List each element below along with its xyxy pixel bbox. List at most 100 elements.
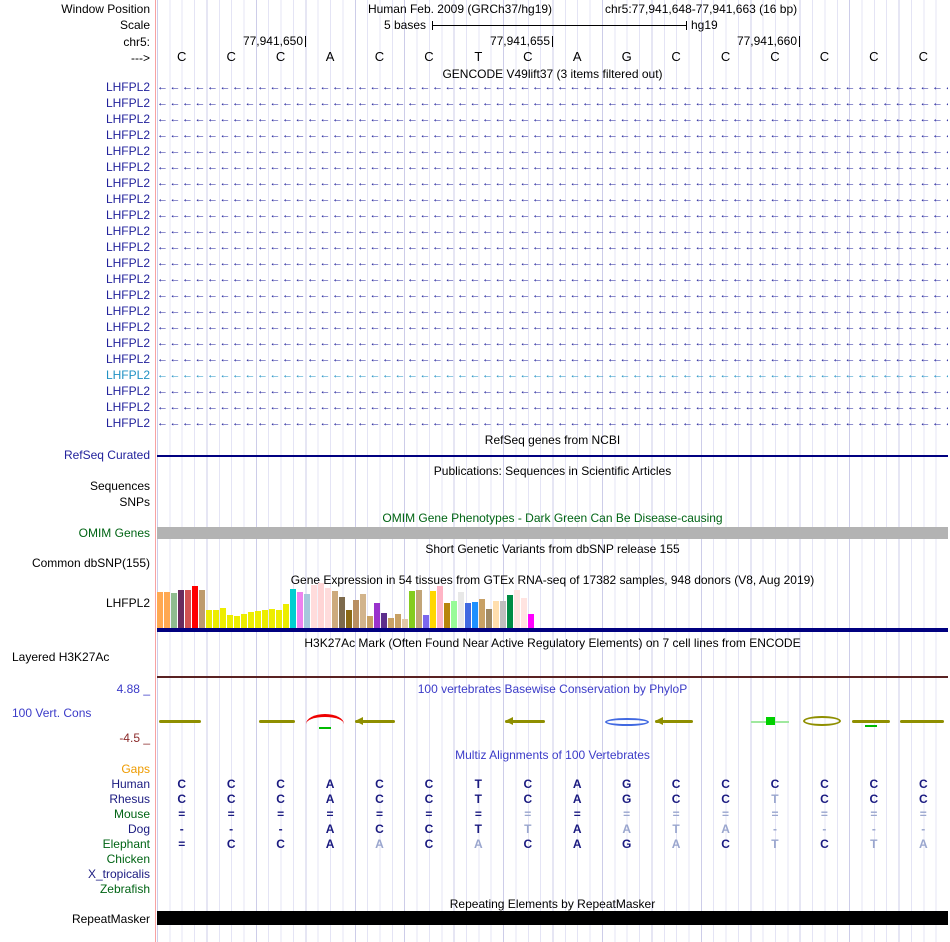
refseq-gene-item[interactable] bbox=[157, 455, 948, 457]
gene-arrow-row[interactable]: ←←←←←←←←←←←←←←←←←←←←←←←←←←←←←←←←←←←←←←←←… bbox=[157, 176, 948, 191]
gtex-bar[interactable] bbox=[514, 590, 520, 628]
species-label[interactable]: Elephant bbox=[0, 837, 152, 851]
gtex-bar[interactable] bbox=[332, 591, 338, 628]
gtex-bar[interactable] bbox=[430, 591, 436, 628]
species-label[interactable]: Zebrafish bbox=[0, 882, 152, 896]
gtex-bar[interactable] bbox=[297, 592, 303, 628]
gtex-bar[interactable] bbox=[388, 618, 394, 628]
gtex-bar[interactable] bbox=[381, 613, 387, 628]
gtex-bar[interactable] bbox=[409, 591, 415, 628]
gene-label[interactable]: LHFPL2 bbox=[0, 304, 152, 318]
gtex-bar[interactable] bbox=[185, 590, 191, 628]
gtex-bar[interactable] bbox=[220, 608, 226, 628]
gene-label[interactable]: LHFPL2 bbox=[0, 160, 152, 174]
species-label[interactable]: Gaps bbox=[0, 762, 152, 776]
dbsnp-label[interactable]: Common dbSNP(155) bbox=[0, 556, 152, 570]
publications-snps-label[interactable]: SNPs bbox=[0, 495, 152, 509]
gene-label[interactable]: LHFPL2 bbox=[0, 368, 152, 382]
gtex-gene-label[interactable]: LHFPL2 bbox=[0, 596, 152, 610]
gene-label[interactable]: LHFPL2 bbox=[0, 352, 152, 366]
repeatmasker-item-bar[interactable] bbox=[157, 911, 948, 925]
gene-label[interactable]: LHFPL2 bbox=[0, 112, 152, 126]
gene-label[interactable]: LHFPL2 bbox=[0, 416, 152, 430]
gtex-bar[interactable] bbox=[255, 611, 261, 628]
gtex-bar[interactable] bbox=[458, 592, 464, 628]
gene-arrow-row[interactable]: ←←←←←←←←←←←←←←←←←←←←←←←←←←←←←←←←←←←←←←←←… bbox=[157, 96, 948, 111]
h3k27ac-label[interactable]: Layered H3K27Ac bbox=[12, 650, 109, 664]
gene-arrow-row[interactable]: ←←←←←←←←←←←←←←←←←←←←←←←←←←←←←←←←←←←←←←←←… bbox=[157, 304, 948, 319]
gtex-bar[interactable] bbox=[465, 603, 471, 628]
gtex-bar[interactable] bbox=[213, 610, 219, 628]
gene-label[interactable]: LHFPL2 bbox=[0, 96, 152, 110]
gene-arrow-row[interactable]: ←←←←←←←←←←←←←←←←←←←←←←←←←←←←←←←←←←←←←←←←… bbox=[157, 128, 948, 143]
gtex-bar[interactable] bbox=[395, 614, 401, 628]
gtex-bar[interactable] bbox=[507, 595, 513, 628]
gene-arrow-row[interactable]: ←←←←←←←←←←←←←←←←←←←←←←←←←←←←←←←←←←←←←←←←… bbox=[157, 368, 948, 383]
gtex-bar[interactable] bbox=[500, 601, 506, 628]
gene-arrow-row[interactable]: ←←←←←←←←←←←←←←←←←←←←←←←←←←←←←←←←←←←←←←←←… bbox=[157, 272, 948, 287]
gene-label[interactable]: LHFPL2 bbox=[0, 336, 152, 350]
gene-arrow-row[interactable]: ←←←←←←←←←←←←←←←←←←←←←←←←←←←←←←←←←←←←←←←←… bbox=[157, 320, 948, 335]
publications-sequences-label[interactable]: Sequences bbox=[0, 479, 152, 493]
gtex-bar[interactable] bbox=[234, 616, 240, 628]
phylop-label[interactable]: 100 Vert. Cons bbox=[12, 706, 91, 720]
gene-arrow-row[interactable]: ←←←←←←←←←←←←←←←←←←←←←←←←←←←←←←←←←←←←←←←←… bbox=[157, 208, 948, 223]
gene-arrow-row[interactable]: ←←←←←←←←←←←←←←←←←←←←←←←←←←←←←←←←←←←←←←←←… bbox=[157, 80, 948, 95]
gtex-bar[interactable] bbox=[171, 593, 177, 628]
gtex-bar[interactable] bbox=[311, 585, 317, 628]
species-label[interactable]: Dog bbox=[0, 822, 152, 836]
gene-label[interactable]: LHFPL2 bbox=[0, 80, 152, 94]
gtex-bar[interactable] bbox=[206, 610, 212, 628]
gtex-bar[interactable] bbox=[360, 594, 366, 628]
gene-arrow-row[interactable]: ←←←←←←←←←←←←←←←←←←←←←←←←←←←←←←←←←←←←←←←←… bbox=[157, 256, 948, 271]
gtex-bar[interactable] bbox=[486, 609, 492, 628]
gtex-bar[interactable] bbox=[367, 616, 373, 628]
gtex-bar[interactable] bbox=[227, 615, 233, 628]
gtex-bar[interactable] bbox=[346, 610, 352, 628]
gtex-bar[interactable] bbox=[437, 586, 443, 628]
gene-arrow-row[interactable]: ←←←←←←←←←←←←←←←←←←←←←←←←←←←←←←←←←←←←←←←←… bbox=[157, 240, 948, 255]
gtex-bar[interactable] bbox=[374, 603, 380, 628]
species-label[interactable]: X_tropicalis bbox=[0, 867, 152, 881]
gtex-bar[interactable] bbox=[521, 598, 527, 628]
gtex-bar[interactable] bbox=[423, 615, 429, 628]
gene-arrow-row[interactable]: ←←←←←←←←←←←←←←←←←←←←←←←←←←←←←←←←←←←←←←←←… bbox=[157, 224, 948, 239]
gtex-bar[interactable] bbox=[157, 592, 163, 628]
gtex-bar[interactable] bbox=[416, 590, 422, 628]
gtex-bar[interactable] bbox=[479, 599, 485, 628]
gene-arrow-row[interactable]: ←←←←←←←←←←←←←←←←←←←←←←←←←←←←←←←←←←←←←←←←… bbox=[157, 400, 948, 415]
gene-arrow-row[interactable]: ←←←←←←←←←←←←←←←←←←←←←←←←←←←←←←←←←←←←←←←←… bbox=[157, 288, 948, 303]
gtex-bar[interactable] bbox=[528, 614, 534, 628]
gtex-bar[interactable] bbox=[318, 583, 324, 628]
gene-label[interactable]: LHFPL2 bbox=[0, 384, 152, 398]
gene-arrow-row[interactable]: ←←←←←←←←←←←←←←←←←←←←←←←←←←←←←←←←←←←←←←←←… bbox=[157, 144, 948, 159]
gene-label[interactable]: LHFPL2 bbox=[0, 272, 152, 286]
gtex-bar[interactable] bbox=[262, 610, 268, 628]
gene-label[interactable]: LHFPL2 bbox=[0, 320, 152, 334]
gene-label[interactable]: LHFPL2 bbox=[0, 288, 152, 302]
gtex-bar[interactable] bbox=[248, 612, 254, 628]
gene-arrow-row[interactable]: ←←←←←←←←←←←←←←←←←←←←←←←←←←←←←←←←←←←←←←←←… bbox=[157, 384, 948, 399]
gtex-bar[interactable] bbox=[178, 590, 184, 628]
gtex-bar[interactable] bbox=[164, 592, 170, 628]
gtex-bar[interactable] bbox=[199, 590, 205, 628]
gtex-bar[interactable] bbox=[192, 586, 198, 628]
gtex-bar[interactable] bbox=[304, 594, 310, 628]
gene-label[interactable]: LHFPL2 bbox=[0, 144, 152, 158]
gtex-bar[interactable] bbox=[493, 601, 499, 628]
gtex-bar[interactable] bbox=[451, 601, 457, 628]
gene-arrow-row[interactable]: ←←←←←←←←←←←←←←←←←←←←←←←←←←←←←←←←←←←←←←←←… bbox=[157, 160, 948, 175]
gene-label[interactable]: LHFPL2 bbox=[0, 192, 152, 206]
gene-label[interactable]: LHFPL2 bbox=[0, 176, 152, 190]
species-label[interactable]: Human bbox=[0, 777, 152, 791]
gene-arrow-row[interactable]: ←←←←←←←←←←←←←←←←←←←←←←←←←←←←←←←←←←←←←←←←… bbox=[157, 192, 948, 207]
omim-genes-label[interactable]: OMIM Genes bbox=[0, 526, 152, 540]
gene-arrow-row[interactable]: ←←←←←←←←←←←←←←←←←←←←←←←←←←←←←←←←←←←←←←←←… bbox=[157, 336, 948, 351]
gene-label[interactable]: LHFPL2 bbox=[0, 400, 152, 414]
gtex-bar[interactable] bbox=[325, 588, 331, 628]
gtex-bar[interactable] bbox=[402, 619, 408, 628]
gene-label[interactable]: LHFPL2 bbox=[0, 128, 152, 142]
species-label[interactable]: Rhesus bbox=[0, 792, 152, 806]
gene-label[interactable]: LHFPL2 bbox=[0, 224, 152, 238]
gtex-bar[interactable] bbox=[283, 604, 289, 628]
